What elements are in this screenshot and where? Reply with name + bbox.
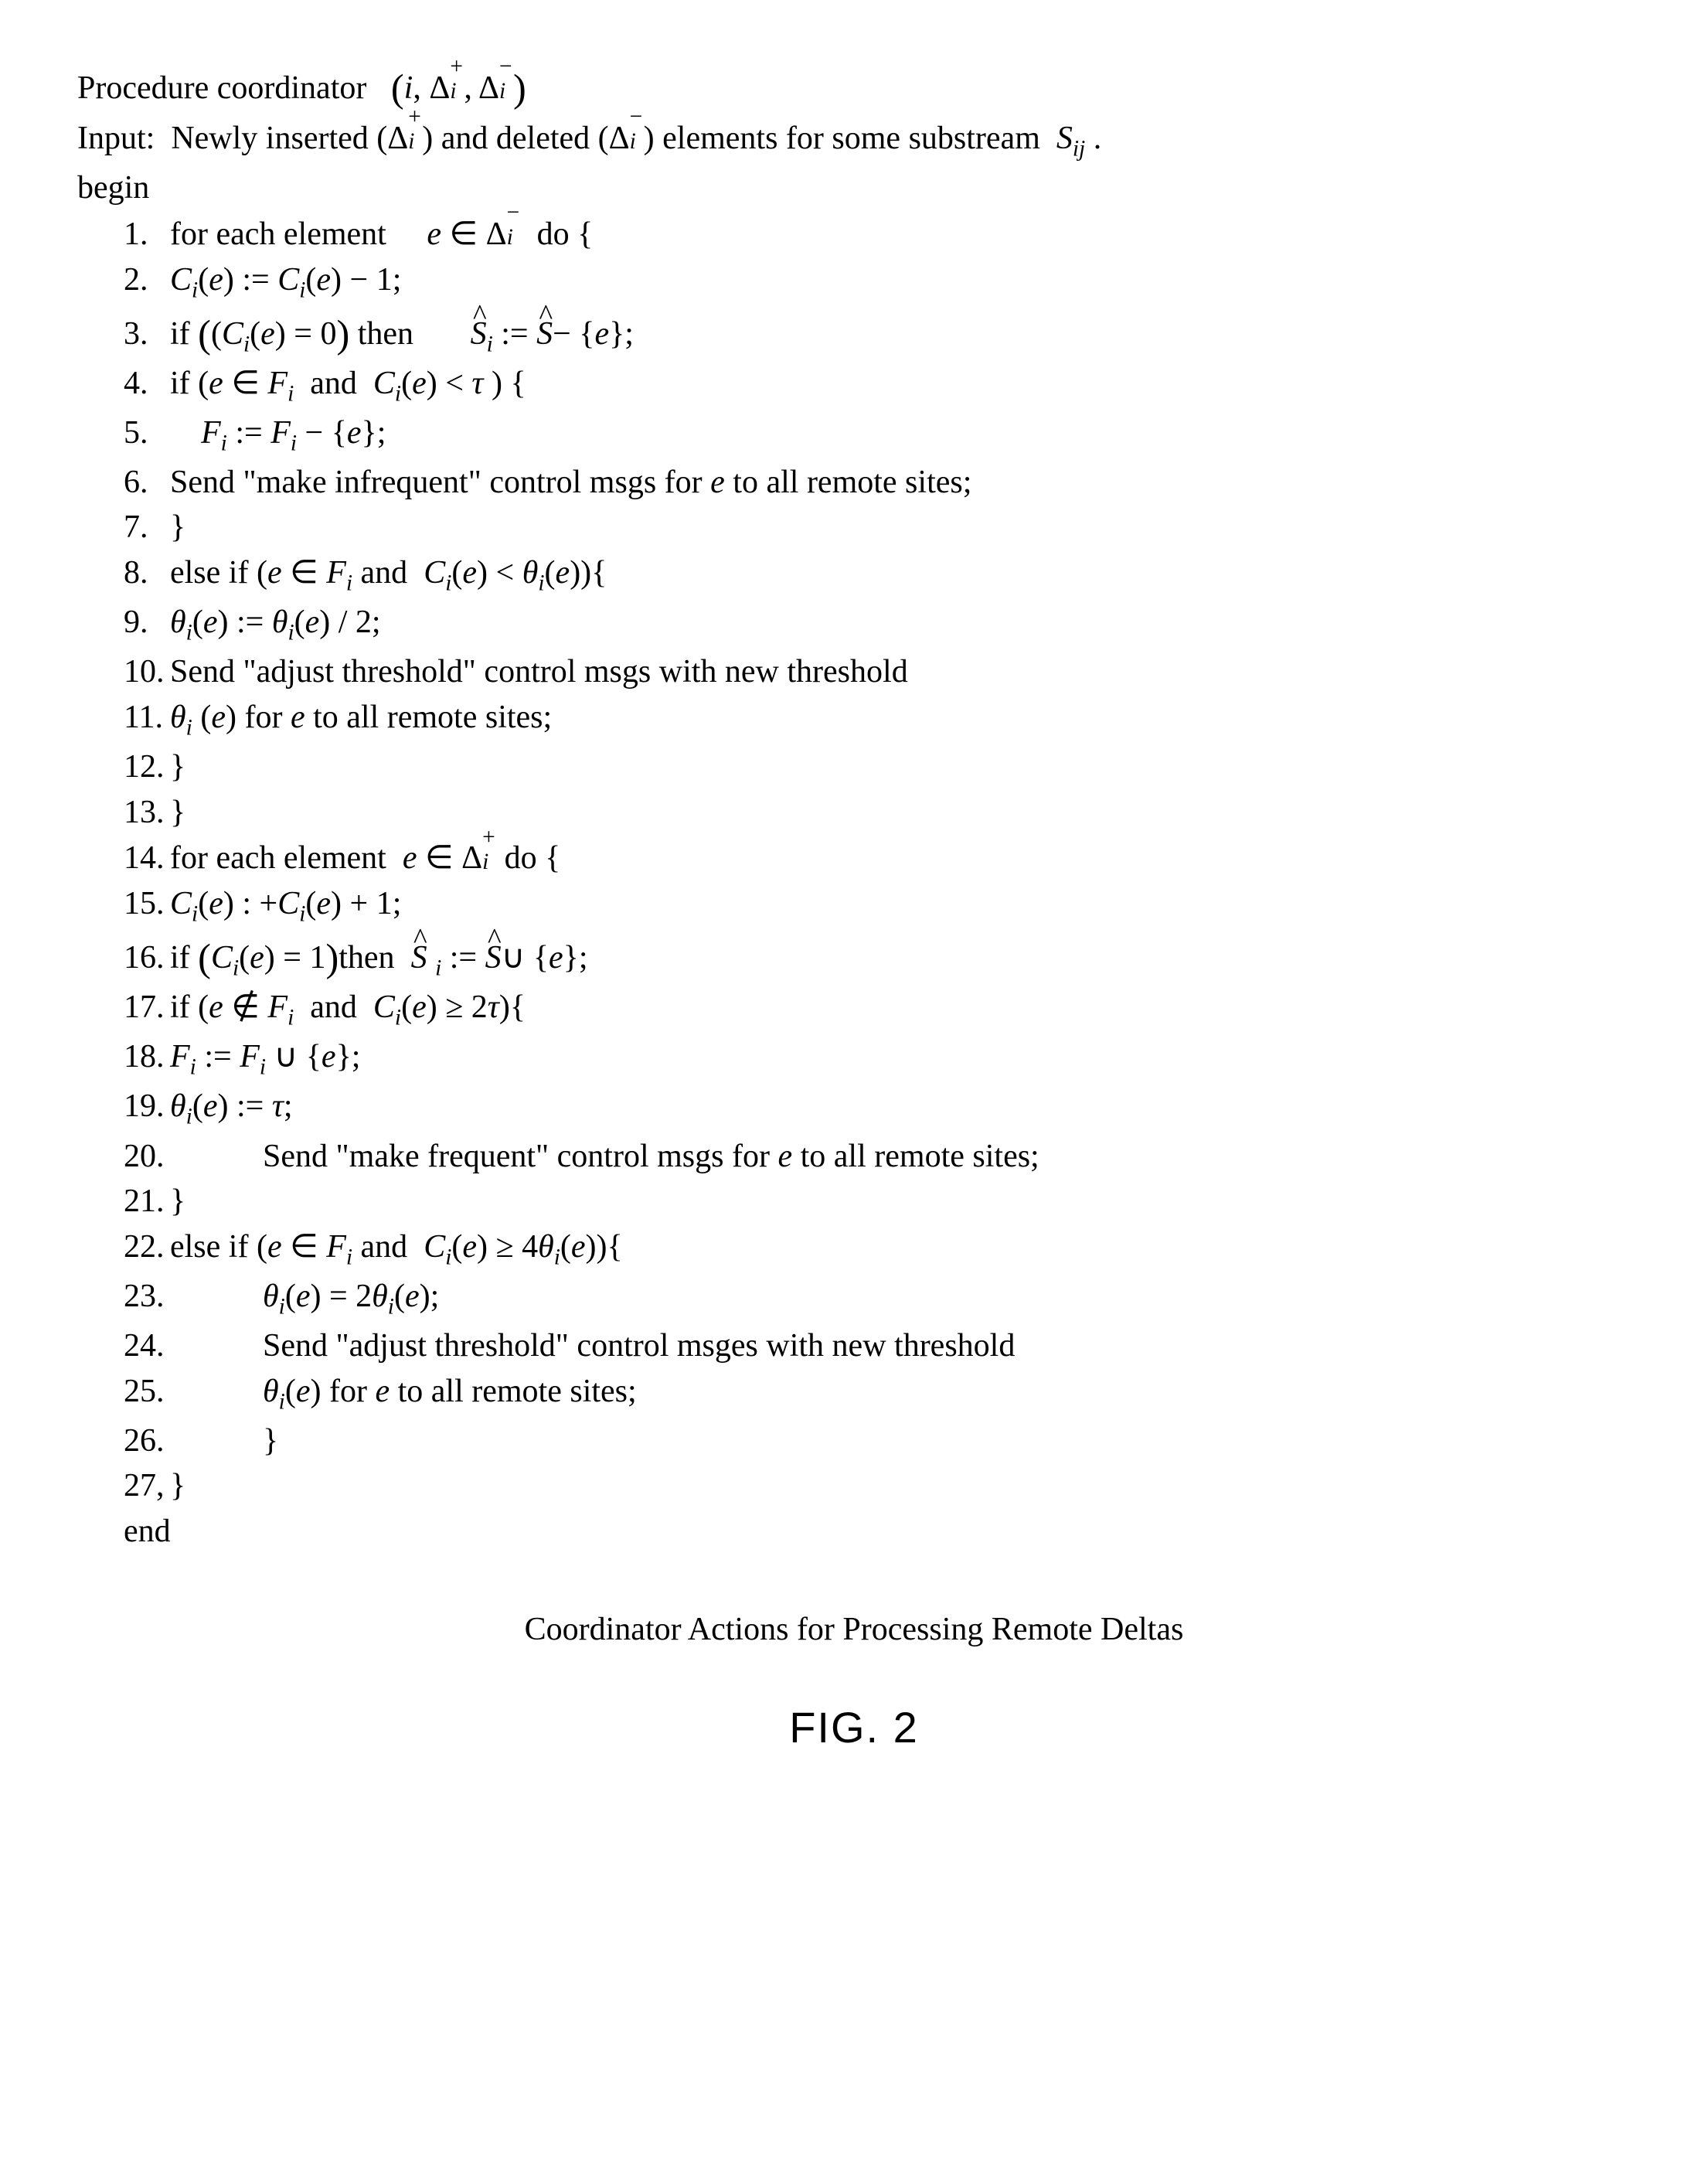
line-body: θi(e) := τ; <box>170 1085 1631 1132</box>
line-number: 5. <box>124 411 170 455</box>
line-number: 18. <box>124 1035 170 1079</box>
line-number: 19. <box>124 1085 170 1129</box>
line-number: 15. <box>124 882 170 926</box>
document-body: Procedure coordinator (i, Δ+i, Δ−i) Inpu… <box>77 62 1631 1756</box>
line-number: 4. <box>124 362 170 406</box>
line-body: } <box>170 506 1631 550</box>
line-number: 21. <box>124 1180 170 1224</box>
line-body: Fi := Fi ∪ {e}; <box>170 1035 1631 1083</box>
input-label: Input: <box>77 121 155 156</box>
line-number: 14. <box>124 836 170 880</box>
line-body: Ci(e) := Ci(e) − 1; <box>170 258 1631 306</box>
code-line: 1. for each element e ∈ Δ−i do { <box>77 212 1631 257</box>
code-line: 13. } <box>77 791 1631 835</box>
line-body: } <box>170 1464 1631 1508</box>
line-body: Ci(e) : +Ci(e) + 1; <box>170 882 1631 930</box>
input-line: Input: Newly inserted (Δ+i) and deleted … <box>77 116 1631 165</box>
line-number: 8. <box>124 551 170 595</box>
input-text-b: ) and deleted ( <box>422 121 608 156</box>
line-body: Send "adjust threshold" control msgs wit… <box>170 650 1631 694</box>
code-line: 6. Send "make infrequent" control msgs f… <box>77 461 1631 505</box>
code-line: 4. if (e ∈ Fi and Ci(e) < τ ) { <box>77 362 1631 410</box>
line-number: 17. <box>124 986 170 1030</box>
begin-keyword: begin <box>77 166 1631 210</box>
code-line: 11. θi (e) for e to all remote sites; <box>77 696 1631 744</box>
code-line: 2. Ci(e) := Ci(e) − 1; <box>77 258 1631 306</box>
line-number: 22. <box>124 1225 170 1269</box>
line-number: 11. <box>124 696 170 740</box>
input-text-c: ) elements for some substream <box>644 121 1040 156</box>
line-body: Fi := Fi − {e}; <box>170 411 1631 459</box>
line-body: θi(e) for e to all remote sites; <box>170 1370 1631 1418</box>
figure-label: FIG. 2 <box>77 1698 1631 1757</box>
line-number: 27, <box>124 1464 170 1508</box>
line-number: 13. <box>124 791 170 835</box>
line-body: θi(e) := θi(e) / 2; <box>170 601 1631 649</box>
line-body: } <box>170 791 1631 835</box>
code-line: 20. Send "make frequent" control msgs fo… <box>77 1135 1631 1179</box>
code-line: 8. else if (e ∈ Fi and Ci(e) < θi(e)){ <box>77 551 1631 599</box>
line-number: 10. <box>124 650 170 694</box>
line-number: 12. <box>124 745 170 789</box>
code-line: 10. Send "adjust threshold" control msgs… <box>77 650 1631 694</box>
code-line: 21. } <box>77 1180 1631 1224</box>
line-body: if (e ∈ Fi and Ci(e) < τ ) { <box>170 362 1631 410</box>
line-number: 3. <box>124 312 170 356</box>
input-text-a: Newly inserted ( <box>171 121 387 156</box>
line-number: 26. <box>124 1419 170 1463</box>
line-number: 25. <box>124 1370 170 1414</box>
line-body: Send "make frequent" control msgs for e … <box>170 1135 1631 1179</box>
code-line: 3. if ((Ci(e) = 0) then Si := S− {e}; <box>77 308 1631 360</box>
line-number: 2. <box>124 258 170 302</box>
code-line: 15. Ci(e) : +Ci(e) + 1; <box>77 882 1631 930</box>
code-line: 16. if (Ci(e) = 1)then S i := S∪ {e}; <box>77 931 1631 984</box>
code-line: 12. } <box>77 745 1631 789</box>
code-line: 7. } <box>77 506 1631 550</box>
code-line: 25. θi(e) for e to all remote sites; <box>77 1370 1631 1418</box>
title-prefix: Procedure coordinator <box>77 70 366 106</box>
code-line: 19. θi(e) := τ; <box>77 1085 1631 1132</box>
line-body: if (e ∉ Fi and Ci(e) ≥ 2τ){ <box>170 986 1631 1034</box>
procedure-title: Procedure coordinator (i, Δ+i, Δ−i) <box>77 62 1631 114</box>
code-line: 26. } <box>77 1419 1631 1463</box>
line-body: if ((Ci(e) = 0) then Si := S− {e}; <box>170 308 1631 360</box>
line-body: if (Ci(e) = 1)then S i := S∪ {e}; <box>170 931 1631 984</box>
line-number: 1. <box>124 213 170 257</box>
code-line: 14. for each element e ∈ Δ+i do { <box>77 836 1631 880</box>
line-body: θi (e) for e to all remote sites; <box>170 696 1631 744</box>
line-body: } <box>170 1180 1631 1224</box>
code-line: 22. else if (e ∈ Fi and Ci(e) ≥ 4θi(e)){ <box>77 1225 1631 1273</box>
line-number: 24. <box>124 1324 170 1368</box>
line-body: θi(e) = 2θi(e); <box>170 1275 1631 1323</box>
line-body: Send "make infrequent" control msgs for … <box>170 461 1631 505</box>
line-body: } <box>170 1419 1631 1463</box>
line-body: for each element e ∈ Δ−i do { <box>170 212 1631 257</box>
code-line: 18. Fi := Fi ∪ {e}; <box>77 1035 1631 1083</box>
end-keyword: end <box>77 1510 1631 1554</box>
line-body: else if (e ∈ Fi and Ci(e) < θi(e)){ <box>170 551 1631 599</box>
line-number: 16. <box>124 936 170 980</box>
line-number: 20. <box>124 1135 170 1179</box>
line-body: } <box>170 745 1631 789</box>
line-number: 23. <box>124 1275 170 1319</box>
code-line: 27, } <box>77 1464 1631 1508</box>
code-line: 24. Send "adjust threshold" control msge… <box>77 1324 1631 1368</box>
line-number: 6. <box>124 461 170 505</box>
input-text-d: . <box>1094 121 1102 156</box>
line-body: Send "adjust threshold" control msges wi… <box>170 1324 1631 1368</box>
code-line: 17. if (e ∉ Fi and Ci(e) ≥ 2τ){ <box>77 986 1631 1034</box>
code-line: 23. θi(e) = 2θi(e); <box>77 1275 1631 1323</box>
line-body: else if (e ∈ Fi and Ci(e) ≥ 4θi(e)){ <box>170 1225 1631 1273</box>
line-number: 9. <box>124 601 170 645</box>
code-line: 5. Fi := Fi − {e}; <box>77 411 1631 459</box>
line-number: 7. <box>124 506 170 550</box>
line-body: for each element e ∈ Δ+i do { <box>170 836 1631 880</box>
figure-caption: Coordinator Actions for Processing Remot… <box>77 1608 1631 1652</box>
code-line: 9. θi(e) := θi(e) / 2; <box>77 601 1631 649</box>
